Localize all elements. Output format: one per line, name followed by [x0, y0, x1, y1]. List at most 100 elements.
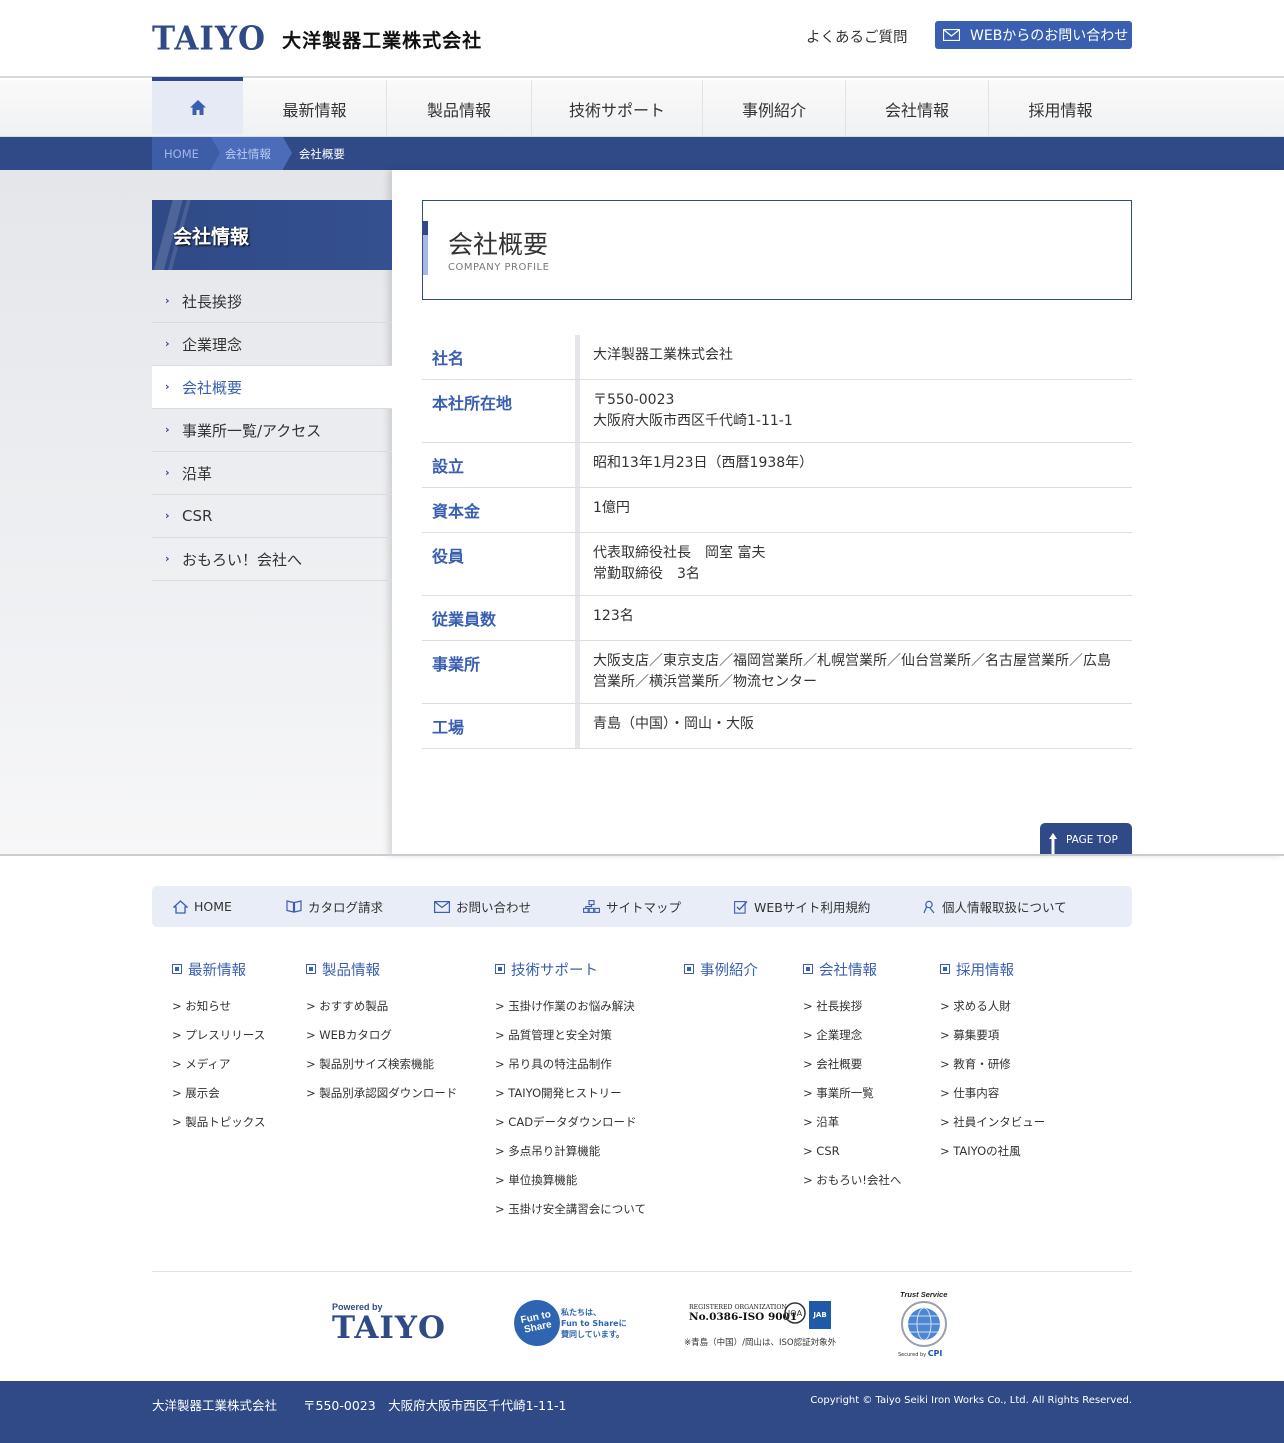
sidebar-item-omoroi[interactable]: › おもろい！会社へ [152, 538, 392, 581]
footer-divider [0, 854, 1284, 856]
footer-link[interactable]: > 企業理念 [803, 1027, 901, 1056]
profile-row: 役員 代表取締役社長 岡室 富夫 常勤取締役 3名 [422, 533, 1132, 596]
profile-row-label: 設立 [422, 443, 580, 487]
footer-heading-label: 最新情報 [188, 962, 246, 979]
profile-row-value: 大阪支店／東京支店／福岡営業所／札幌営業所／仙台営業所／名古屋営業所／広島 営業所… [583, 641, 1132, 703]
footer-link[interactable]: > 多点吊り計算機能 [495, 1143, 646, 1172]
nav-recruit[interactable]: 採用情報 [989, 80, 1132, 137]
footer-heading-products[interactable]: 製品情報 [306, 960, 457, 979]
nav-tech-support[interactable]: 技術サポート [532, 80, 703, 137]
footer-link[interactable]: > 製品トピックス [172, 1114, 265, 1143]
footer-link[interactable]: > 吊り具の特注品制作 [495, 1056, 646, 1085]
footer-link[interactable]: > 教育・研修 [940, 1056, 1045, 1085]
footer-link[interactable]: > 品質管理と安全対策 [495, 1027, 646, 1056]
breadcrumb-company[interactable]: 会社情報 [210, 137, 292, 170]
breadcrumb-company-label: 会社情報 [224, 146, 271, 161]
footer-heading-tech-support[interactable]: 技術サポート [495, 960, 646, 979]
global-nav: 最新情報 製品情報 技術サポート 事例紹介 会社情報 採用情報 [0, 77, 1284, 137]
web-contact-button[interactable]: WEBからのお問い合わせ [935, 21, 1132, 49]
logo-mark: TAIYO [152, 20, 267, 58]
footer-heading-case-studies[interactable]: 事例紹介 [684, 960, 758, 979]
iso-mark-icon: JQA [784, 1302, 806, 1324]
footer-link[interactable]: > プレスリリース [172, 1027, 265, 1056]
footer-link[interactable]: > 会社概要 [803, 1056, 901, 1085]
sidebar-item-history[interactable]: › 沿革 [152, 452, 392, 495]
sidebar-item-offices[interactable]: › 事業所一覧/アクセス [152, 409, 392, 452]
footer-link[interactable]: > おすすめ製品 [306, 998, 457, 1027]
footer-heading-news[interactable]: 最新情報 [172, 960, 265, 979]
nav-case-studies[interactable]: 事例紹介 [703, 80, 846, 137]
footer-link[interactable]: > TAIYO開発ヒストリー [495, 1085, 646, 1114]
footer-privacy-link[interactable]: 個人情報取扱について [922, 886, 1067, 927]
jab-mark-icon: JAB [809, 1301, 831, 1329]
sidebar-item-greeting[interactable]: › 社長挨拶 [152, 280, 392, 323]
trust-secured-by: Secured by [898, 1352, 927, 1358]
footer-sitemap-label: サイトマップ [606, 900, 682, 915]
sidebar-menu: › 社長挨拶 › 企業理念 › 会社概要 › 事業所一覧/アクセス › 沿革 › CSR ›… [152, 280, 392, 581]
box-bullet-icon [172, 964, 182, 974]
footer-heading-recruit[interactable]: 採用情報 [940, 960, 1045, 979]
chevron-right-icon: › [165, 509, 170, 522]
page-title: 会社概要 [448, 230, 549, 259]
footer-link[interactable]: > 沿革 [803, 1114, 901, 1143]
box-bullet-icon [940, 964, 950, 974]
breadcrumb-separator [282, 137, 292, 169]
footer-link-list: > おすすめ製品 > WEBカタログ > 製品別サイズ検索機能 > 製品別承認図ダウン… [306, 998, 457, 1114]
footer-catalog-label: カタログ請求 [308, 900, 384, 915]
footer-link[interactable]: > 求める人財 [940, 998, 1045, 1027]
box-bullet-icon [306, 964, 316, 974]
footer-link[interactable]: > 単位換算機能 [495, 1172, 646, 1201]
footer-link[interactable]: > 募集要項 [940, 1027, 1045, 1056]
site-logo[interactable]: TAIYO 大洋製器工業株式会社 [152, 20, 483, 58]
profile-row-value: 青島（中国）・岡山・大阪 [583, 704, 1132, 748]
company-profile-table: 社名 大洋製器工業株式会社 本社所在地 〒550-0023 大阪府大阪市西区千代崎1-1… [422, 335, 1132, 749]
footer-link[interactable]: > 事業所一覧 [803, 1085, 901, 1114]
footer-link[interactable]: > CADデータダウンロード [495, 1114, 646, 1143]
footer-bottom-bar: 大洋製器工業株式会社 〒550-0023 大阪府大阪市西区千代崎1-11-1 C… [0, 1381, 1284, 1443]
sidebar-item-csr[interactable]: › CSR [152, 495, 392, 538]
logo-company-name: 大洋製器工業株式会社 [282, 29, 483, 52]
chevron-right-icon: › [165, 466, 170, 479]
profile-row-value: 代表取締役社長 岡室 富夫 常勤取締役 3名 [583, 533, 1132, 595]
footer-link[interactable]: > 製品別承認図ダウンロード [306, 1085, 457, 1114]
footer-contact-link[interactable]: お問い合わせ [434, 886, 531, 927]
footer-sitemap-link[interactable]: サイトマップ [583, 886, 681, 927]
sidebar-item-philosophy[interactable]: › 企業理念 [152, 323, 392, 366]
footer-link[interactable]: > 展示会 [172, 1085, 265, 1114]
footer-link[interactable]: > 社長挨拶 [803, 998, 901, 1027]
footer-link[interactable]: > WEBカタログ [306, 1027, 457, 1056]
copyright: Copyright © Taiyo Seiki Iron Works Co., … [810, 1395, 1132, 1406]
fun-to-share-logo: Fun to Share [509, 1295, 565, 1351]
nav-news[interactable]: 最新情報 [243, 80, 387, 137]
footer-terms-link[interactable]: WEBサイト利用規約 [734, 886, 870, 927]
footer-heading-company[interactable]: 会社情報 [803, 960, 901, 979]
footer-link[interactable]: > お知らせ [172, 998, 265, 1027]
footer-link[interactable]: > メディア [172, 1056, 265, 1085]
footer-link[interactable]: > TAIYOの社風 [940, 1143, 1045, 1172]
profile-row: 従業員数 123名 [422, 596, 1132, 641]
faq-link[interactable]: よくあるご質問 [806, 26, 908, 47]
footer-link[interactable]: > おもろい!会社へ [803, 1172, 901, 1201]
footer-catalog-link[interactable]: カタログ請求 [286, 886, 383, 927]
nav-products[interactable]: 製品情報 [387, 80, 532, 137]
page-top-button[interactable]: PAGE TOP [1040, 823, 1132, 856]
footer-link-list: > お知らせ > プレスリリース > メディア > 展示会 > 製品トピックス [172, 998, 265, 1143]
nav-company[interactable]: 会社情報 [846, 80, 989, 137]
footer-link[interactable]: > 社員インタビュー [940, 1114, 1045, 1143]
profile-value-line: 常勤取締役 3名 [593, 566, 700, 582]
breadcrumb-home[interactable]: HOME [152, 137, 220, 170]
fun-to-share-text: 私たちは、 [561, 1308, 601, 1317]
footer-heading-label: 会社情報 [819, 962, 877, 979]
footer-link[interactable]: > 仕事内容 [940, 1085, 1045, 1114]
footer-link[interactable]: > CSR [803, 1143, 901, 1172]
sidebar-item-profile[interactable]: › 会社概要 [152, 366, 392, 409]
iso-registered-label: REGISTERED ORGANIZATION [689, 1303, 787, 1311]
footer-link[interactable]: > 玉掛け安全講習会について [495, 1201, 646, 1230]
sidebar-item-label: 沿革 [182, 464, 213, 483]
footer-link[interactable]: > 玉掛け作業のお悩み解決 [495, 998, 646, 1027]
footer-home-link[interactable]: HOME [173, 886, 232, 927]
profile-row-value: 大洋製器工業株式会社 [583, 335, 1132, 379]
nav-home-button[interactable] [152, 77, 243, 134]
footer-link[interactable]: > 製品別サイズ検索機能 [306, 1056, 457, 1085]
profile-row-label: 従業員数 [422, 596, 580, 640]
